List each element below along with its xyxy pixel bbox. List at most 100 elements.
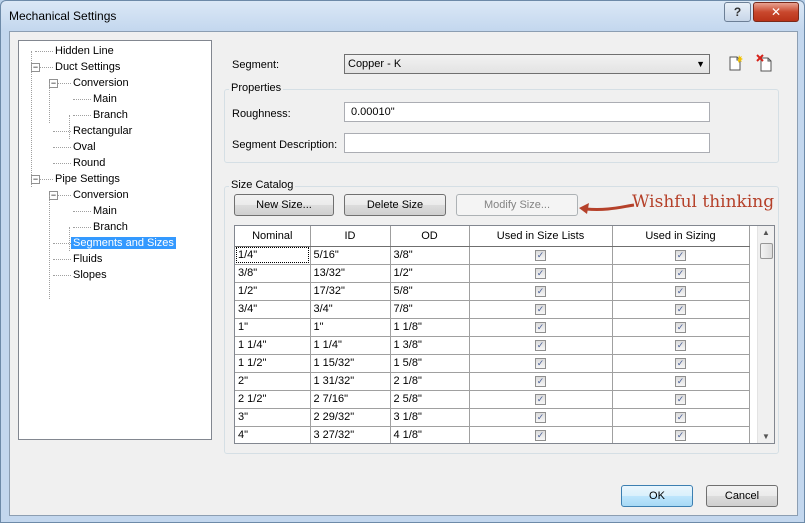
table-scrollbar[interactable]: ▲ ▼ <box>757 226 774 443</box>
modify-size-button[interactable]: Modify Size... <box>456 194 578 216</box>
checkbox-icon[interactable]: ✓ <box>675 321 686 333</box>
checkbox-icon[interactable]: ✓ <box>675 285 686 297</box>
checkbox-icon[interactable]: ✓ <box>535 375 546 387</box>
column-header[interactable]: Used in Sizing <box>612 226 750 247</box>
used-in-sizing-checkbox[interactable]: ✓ <box>612 408 750 427</box>
table-cell[interactable]: 1 31/32" <box>310 372 391 391</box>
scroll-thumb[interactable] <box>760 243 773 259</box>
checkbox-icon[interactable]: ✓ <box>535 357 546 369</box>
used-in-sizing-checkbox[interactable]: ✓ <box>612 426 750 443</box>
table-cell[interactable]: 2 7/16" <box>310 390 391 409</box>
checkbox-icon[interactable]: ✓ <box>675 357 686 369</box>
table-cell[interactable]: 1 15/32" <box>310 354 391 373</box>
table-cell[interactable]: 2 29/32" <box>310 408 391 427</box>
table-cell[interactable]: 3" <box>235 408 311 427</box>
delete-size-button[interactable]: Delete Size <box>344 194 446 216</box>
used-in-sizing-checkbox[interactable]: ✓ <box>612 264 750 283</box>
table-cell[interactable]: 3/4" <box>310 300 391 319</box>
table-cell[interactable]: 3/8" <box>235 264 311 283</box>
tree-item[interactable]: Segments and Sizes <box>71 235 176 251</box>
tree-item[interactable]: Pipe Settings <box>53 171 122 187</box>
tree-item[interactable]: Main <box>91 203 119 219</box>
table-row[interactable]: 3/8" 13/32" 1/2" ✓ ✓ <box>235 264 750 283</box>
table-cell[interactable]: 1 5/8" <box>390 354 470 373</box>
table-cell[interactable]: 4" <box>235 426 311 443</box>
table-cell[interactable]: 2 1/2" <box>235 390 311 409</box>
checkbox-icon[interactable]: ✓ <box>535 339 546 351</box>
used-in-size-lists-checkbox[interactable]: ✓ <box>469 426 613 443</box>
segment-description-input[interactable] <box>344 133 710 153</box>
used-in-sizing-checkbox[interactable]: ✓ <box>612 372 750 391</box>
settings-tree[interactable]: Hidden Line Duct Settings − Conversion − Main… <box>18 40 212 440</box>
collapse-icon[interactable]: − <box>31 63 40 72</box>
checkbox-icon[interactable]: ✓ <box>535 249 546 261</box>
tree-item[interactable]: Hidden Line <box>53 43 116 59</box>
tree-item[interactable]: Branch <box>91 107 130 123</box>
tree-item[interactable]: Main <box>91 91 119 107</box>
used-in-size-lists-checkbox[interactable]: ✓ <box>469 246 613 265</box>
title-bar[interactable]: Mechanical Settings ? ✕ <box>1 1 804 31</box>
checkbox-icon[interactable]: ✓ <box>675 393 686 405</box>
table-cell[interactable]: 1/4" <box>235 246 311 265</box>
used-in-sizing-checkbox[interactable]: ✓ <box>612 318 750 337</box>
checkbox-icon[interactable]: ✓ <box>535 429 546 441</box>
table-cell[interactable]: 3/4" <box>235 300 311 319</box>
table-cell[interactable]: 4 1/8" <box>390 426 470 443</box>
tree-item[interactable]: Duct Settings <box>53 59 122 75</box>
tree-item[interactable]: Branch <box>91 219 130 235</box>
delete-segment-icon[interactable] <box>756 54 774 72</box>
used-in-size-lists-checkbox[interactable]: ✓ <box>469 300 613 319</box>
used-in-size-lists-checkbox[interactable]: ✓ <box>469 354 613 373</box>
table-row[interactable]: 3/4" 3/4" 7/8" ✓ ✓ <box>235 300 750 319</box>
table-cell[interactable]: 7/8" <box>390 300 470 319</box>
checkbox-icon[interactable]: ✓ <box>535 303 546 315</box>
checkbox-icon[interactable]: ✓ <box>675 267 686 279</box>
table-cell[interactable]: 2 5/8" <box>390 390 470 409</box>
table-row[interactable]: 2 1/2" 2 7/16" 2 5/8" ✓ ✓ <box>235 390 750 409</box>
table-cell[interactable]: 1 1/2" <box>235 354 311 373</box>
table-row[interactable]: 3" 2 29/32" 3 1/8" ✓ ✓ <box>235 408 750 427</box>
column-header[interactable]: Nominal <box>235 226 311 247</box>
collapse-icon[interactable]: − <box>31 175 40 184</box>
used-in-size-lists-checkbox[interactable]: ✓ <box>469 336 613 355</box>
checkbox-icon[interactable]: ✓ <box>675 339 686 351</box>
table-row[interactable]: 1/4" 5/16" 3/8" ✓ ✓ <box>235 246 750 265</box>
table-row[interactable]: 1 1/2" 1 15/32" 1 5/8" ✓ ✓ <box>235 354 750 373</box>
checkbox-icon[interactable]: ✓ <box>675 411 686 423</box>
table-cell[interactable]: 3 27/32" <box>310 426 391 443</box>
table-row[interactable]: 1" 1" 1 1/8" ✓ ✓ <box>235 318 750 337</box>
table-cell[interactable]: 17/32" <box>310 282 391 301</box>
checkbox-icon[interactable]: ✓ <box>535 411 546 423</box>
tree-item[interactable]: Slopes <box>71 267 109 283</box>
table-cell[interactable]: 2 1/8" <box>390 372 470 391</box>
checkbox-icon[interactable]: ✓ <box>535 285 546 297</box>
table-cell[interactable]: 1/2" <box>235 282 311 301</box>
used-in-sizing-checkbox[interactable]: ✓ <box>612 282 750 301</box>
table-cell[interactable]: 1" <box>310 318 391 337</box>
table-cell[interactable]: 2" <box>235 372 311 391</box>
table-cell[interactable]: 1 1/4" <box>235 336 311 355</box>
used-in-sizing-checkbox[interactable]: ✓ <box>612 300 750 319</box>
scroll-down-icon[interactable]: ▼ <box>762 432 770 441</box>
checkbox-icon[interactable]: ✓ <box>675 249 686 261</box>
roughness-input[interactable]: 0.00010" <box>344 102 710 122</box>
collapse-icon[interactable]: − <box>49 191 58 200</box>
tree-item[interactable]: Fluids <box>71 251 104 267</box>
close-button[interactable]: ✕ <box>753 2 799 22</box>
segment-dropdown[interactable]: Copper - K ▼ <box>344 54 710 74</box>
used-in-sizing-checkbox[interactable]: ✓ <box>612 354 750 373</box>
used-in-size-lists-checkbox[interactable]: ✓ <box>469 408 613 427</box>
used-in-sizing-checkbox[interactable]: ✓ <box>612 246 750 265</box>
table-cell[interactable]: 3/8" <box>390 246 470 265</box>
table-cell[interactable]: 5/8" <box>390 282 470 301</box>
used-in-size-lists-checkbox[interactable]: ✓ <box>469 318 613 337</box>
column-header[interactable]: OD <box>390 226 470 247</box>
checkbox-icon[interactable]: ✓ <box>535 393 546 405</box>
used-in-sizing-checkbox[interactable]: ✓ <box>612 390 750 409</box>
used-in-sizing-checkbox[interactable]: ✓ <box>612 336 750 355</box>
checkbox-icon[interactable]: ✓ <box>675 429 686 441</box>
new-segment-icon[interactable] <box>726 54 744 72</box>
table-cell[interactable]: 5/16" <box>310 246 391 265</box>
tree-item[interactable]: Round <box>71 155 107 171</box>
checkbox-icon[interactable]: ✓ <box>675 303 686 315</box>
